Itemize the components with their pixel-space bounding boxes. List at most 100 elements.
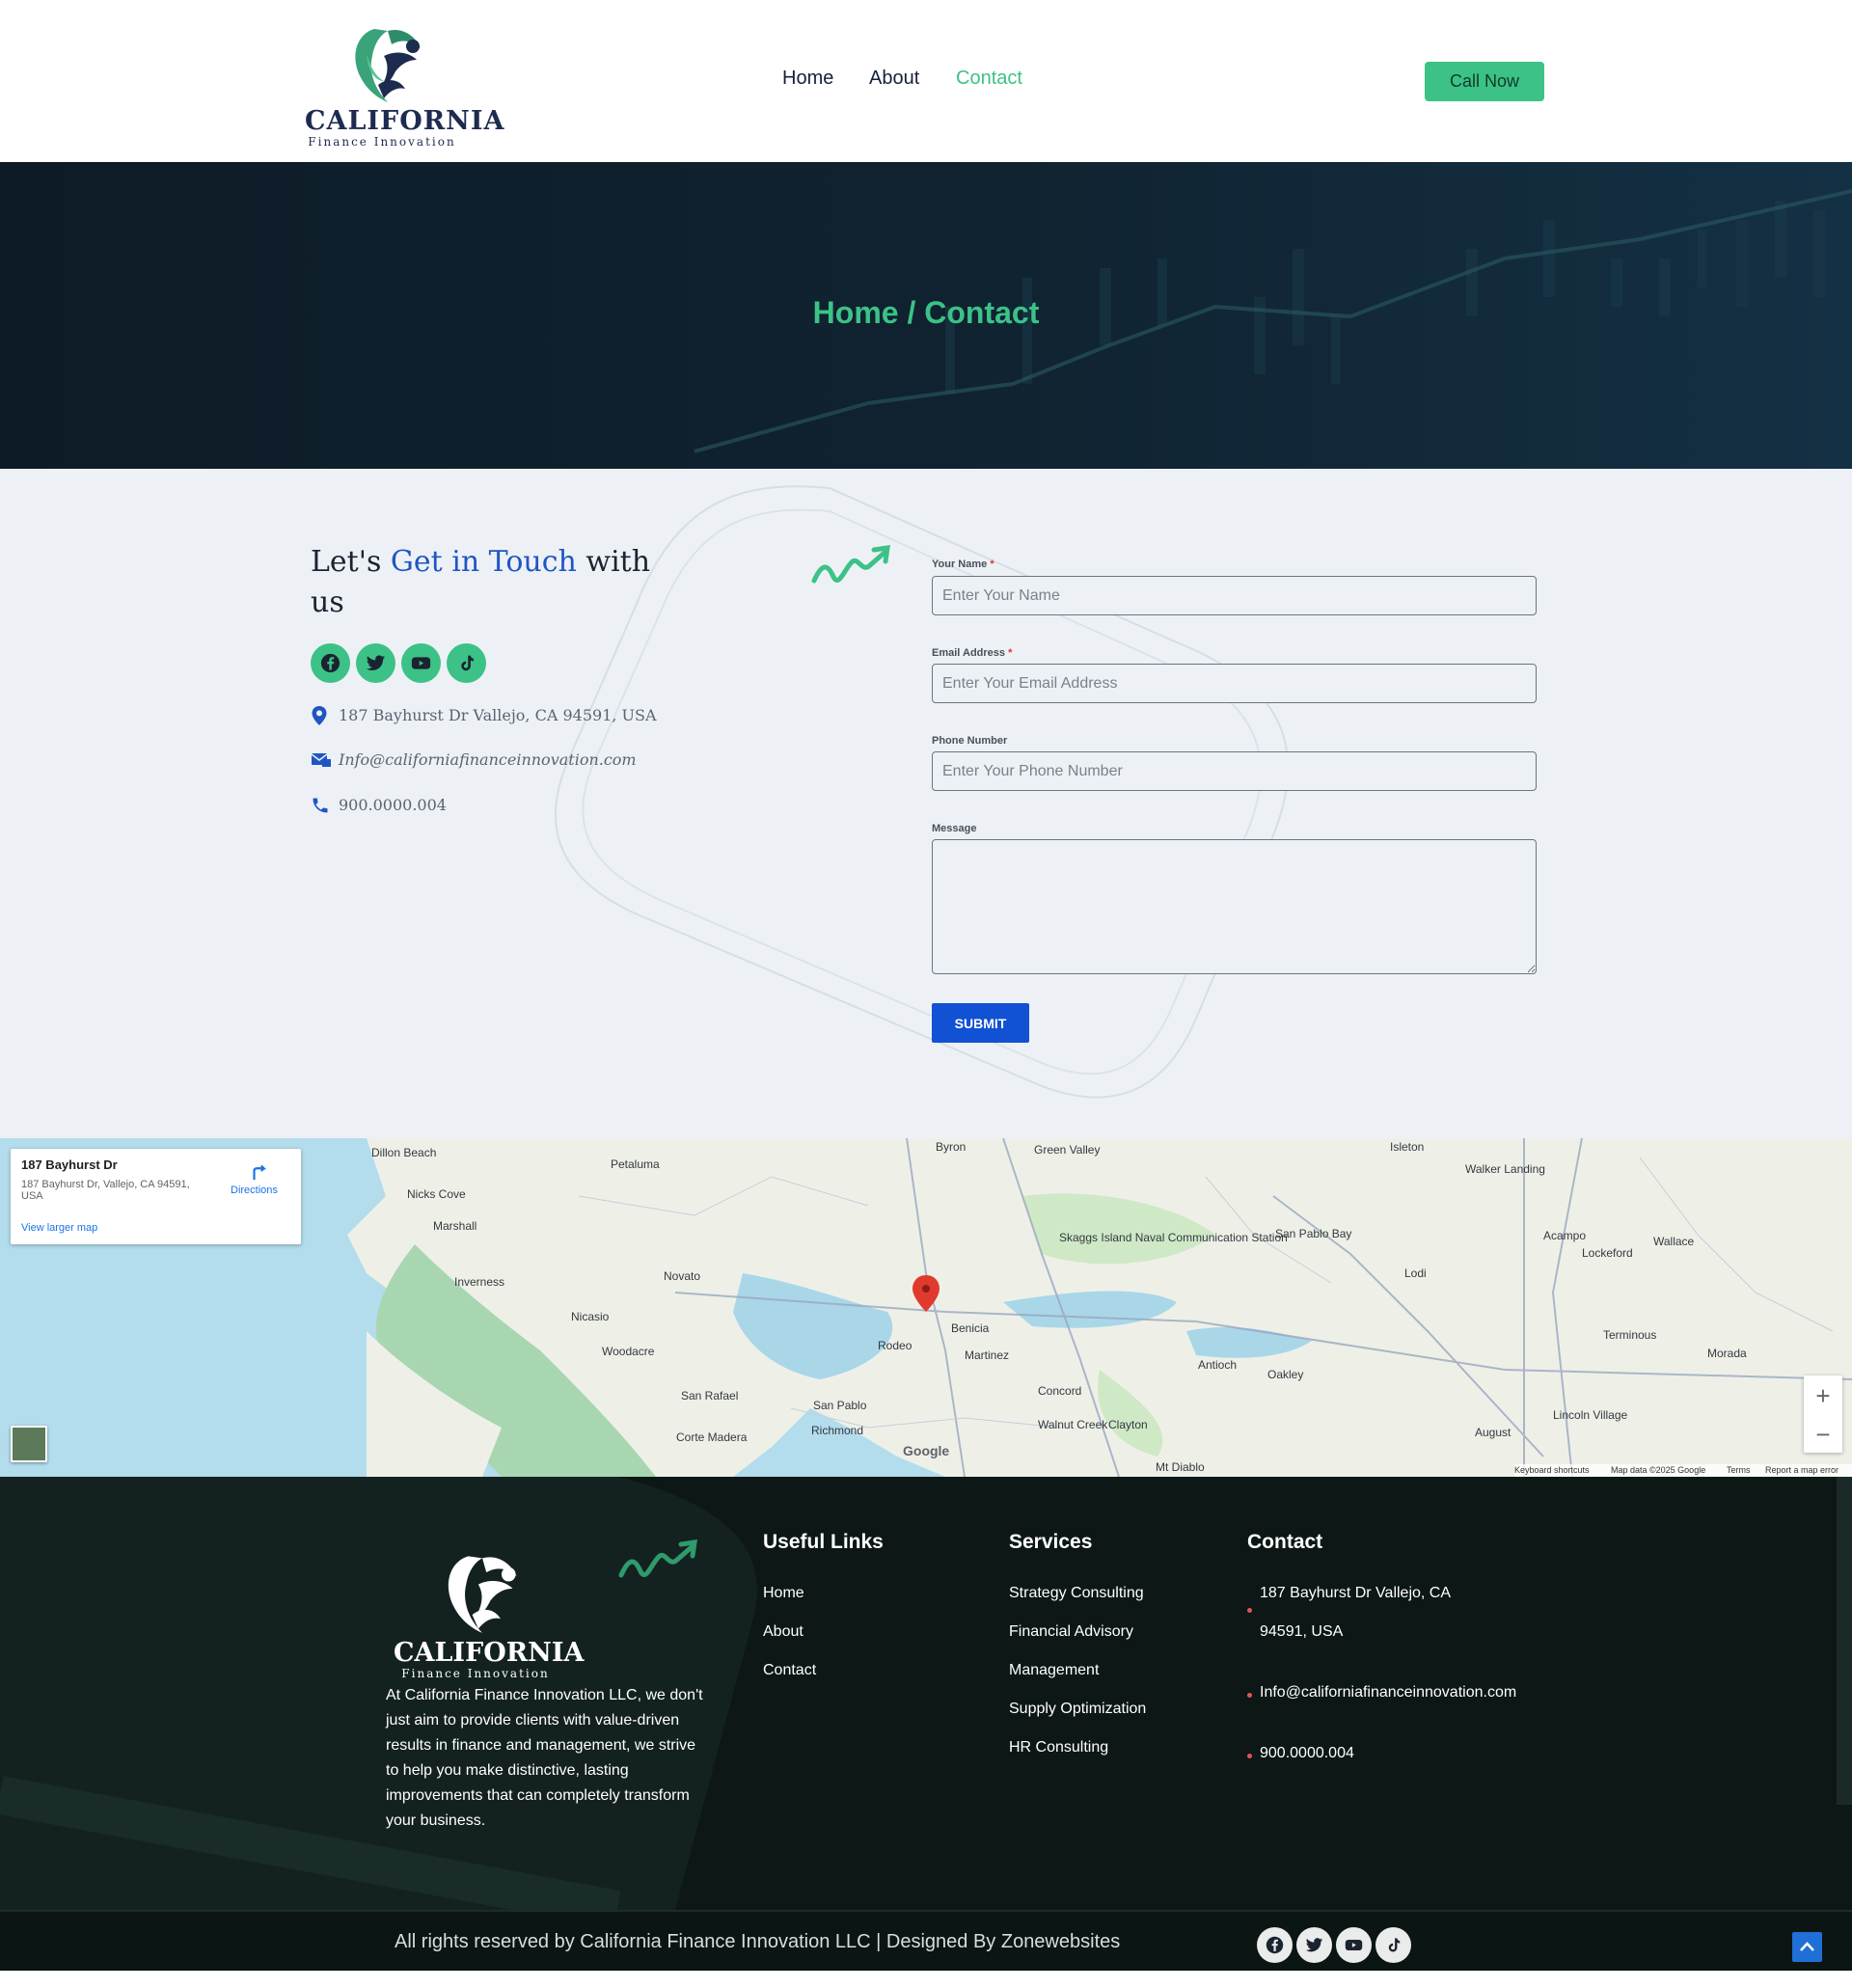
email-field[interactable] (932, 664, 1537, 703)
map-place-label: Rodeo (878, 1339, 912, 1352)
directions-link[interactable]: Directions (231, 1185, 278, 1196)
back-to-top-button[interactable] (1792, 1932, 1822, 1962)
map-place-label: Mt Diablo (1156, 1460, 1205, 1474)
map-place-label: Marshall (433, 1219, 477, 1233)
chevron-up-icon (1800, 1942, 1814, 1951)
google-logo: Google (903, 1443, 950, 1458)
email-label: Email Address * (932, 647, 1013, 659)
footer-link-home[interactable]: Home (763, 1585, 804, 1602)
map-place-label: Benicia (951, 1321, 990, 1335)
map-satellite-toggle[interactable] (11, 1426, 47, 1462)
map-place-label: Terminous (1603, 1328, 1657, 1342)
map-place-label: Clayton (1108, 1418, 1148, 1431)
copyright-bar: All rights reserved by California Financ… (0, 1910, 1852, 1971)
map-place-label: Skaggs Island Naval Communication Statio… (1059, 1231, 1288, 1244)
map-place-label: Concord (1038, 1384, 1082, 1398)
envelope-icon (311, 753, 331, 767)
location-icon (1247, 1608, 1252, 1613)
phone-icon (1247, 1754, 1252, 1758)
phone-field[interactable] (932, 751, 1537, 791)
map-place-label: Walker Landing (1465, 1162, 1545, 1176)
tiktok-link[interactable] (447, 643, 486, 683)
map-place-label: Morada (1707, 1347, 1747, 1360)
directions-icon[interactable] (249, 1160, 270, 1182)
message-field[interactable] (932, 839, 1537, 974)
service-link[interactable]: Financial Advisory (1009, 1623, 1133, 1641)
facebook-icon (1266, 1936, 1284, 1954)
map-place-label: Isleton (1390, 1140, 1425, 1154)
nav-about[interactable]: About (869, 68, 919, 90)
footer-tiktok-link[interactable] (1375, 1927, 1411, 1963)
location-pin-icon (312, 706, 327, 725)
copyright-text: All rights reserved by California Financ… (395, 1931, 1121, 1952)
phone-icon (313, 798, 328, 813)
footer-logo-tagline: Finance Innovation (401, 1667, 550, 1680)
map-place-label: Richmond (811, 1424, 864, 1437)
footer-facebook-link[interactable] (1257, 1927, 1293, 1963)
call-now-button[interactable]: Call Now (1425, 62, 1544, 101)
map-place-label: Byron (936, 1140, 967, 1154)
map-place-label: Petaluma (611, 1157, 660, 1171)
report-map-error-link[interactable]: Report a map error (1765, 1465, 1838, 1475)
keyboard-shortcuts-link[interactable]: Keyboard shortcuts (1514, 1465, 1590, 1475)
service-link[interactable]: Strategy Consulting (1009, 1585, 1144, 1602)
contact-heading: Let's Get in Touch with us (311, 545, 651, 619)
footer-youtube-link[interactable] (1336, 1927, 1372, 1963)
google-map[interactable]: Dillon Beach Petaluma Nicks Cove Marshal… (0, 1138, 1852, 1477)
service-link[interactable]: Management (1009, 1662, 1099, 1679)
footer-twitter-link[interactable] (1296, 1927, 1332, 1963)
view-larger-map-link[interactable]: View larger map (21, 1222, 97, 1234)
map-zoom-controls: + − (1804, 1375, 1842, 1453)
trend-arrow-icon (811, 545, 890, 584)
name-field[interactable] (932, 576, 1537, 615)
contact-email[interactable]: Info@californiafinanceinnovation.com (339, 750, 637, 769)
footer-link-about[interactable]: About (763, 1623, 803, 1641)
map-place-label: Nicks Cove (407, 1187, 466, 1201)
footer-logo-brand: CALIFORNIA (394, 1638, 585, 1668)
contact-address: 187 Bayhurst Dr Vallejo, CA 94591, USA (339, 706, 657, 724)
footer-logo[interactable]: CALIFORNIA Finance Innovation (394, 1547, 585, 1680)
map-place-label: Wallace (1653, 1235, 1695, 1248)
map-place-label: Antioch (1198, 1358, 1238, 1372)
map-place-label: San Rafael (681, 1389, 739, 1402)
map-place-label: San Pablo Bay (1275, 1227, 1352, 1240)
footer-link-contact[interactable]: Contact (763, 1662, 816, 1679)
map-data-text: Map data ©2025 Google (1611, 1465, 1706, 1475)
map-place-label: Oakley (1267, 1368, 1304, 1381)
footer-phone[interactable]: 900.0000.004 (1260, 1745, 1354, 1762)
map-place-label: Inverness (454, 1275, 505, 1289)
contact-phone[interactable]: 900.0000.004 (339, 796, 447, 814)
footer-about-text: At California Finance Innovation LLC, we… (386, 1687, 703, 1829)
map-place-label: Lodi (1404, 1266, 1427, 1280)
contact-heading-footer: Contact (1247, 1531, 1323, 1553)
map-place-label: San Pablo (813, 1399, 867, 1412)
footer-email[interactable]: Info@californiafinanceinnovation.com (1260, 1684, 1516, 1702)
site-header: CALIFORNIA Finance Innovation Home About… (0, 0, 1852, 162)
terms-link[interactable]: Terms (1727, 1465, 1751, 1475)
map-card-address: 187 Bayhurst Dr, Vallejo, CA 94591, USA (21, 1179, 190, 1202)
map-info-card: 187 Bayhurst Dr 187 Bayhurst Dr, Vallejo… (11, 1149, 301, 1244)
map-place-label: Corte Madera (676, 1430, 748, 1444)
useful-links-heading: Useful Links (763, 1531, 884, 1553)
nav-home[interactable]: Home (782, 68, 833, 90)
logo-emblem-icon (355, 29, 421, 102)
hero-breadcrumb: Home / Contact (812, 295, 1040, 330)
logo-brand-text: CALIFORNIA (305, 106, 505, 136)
map-place-label: Lockeford (1582, 1246, 1633, 1260)
site-logo[interactable]: CALIFORNIA Finance Innovation (305, 21, 505, 149)
youtube-icon (411, 657, 431, 669)
message-label: Message (932, 823, 977, 834)
twitter-link[interactable] (356, 643, 395, 683)
youtube-link[interactable] (401, 643, 441, 683)
nav-contact[interactable]: Contact (956, 68, 1022, 90)
zoom-in-button[interactable]: + (1804, 1381, 1842, 1411)
map-attribution: Keyboard shortcuts Map data ©2025 Google… (1514, 1464, 1852, 1477)
service-link[interactable]: HR Consulting (1009, 1739, 1108, 1757)
facebook-link[interactable] (311, 643, 350, 683)
zoom-out-button[interactable]: − (1804, 1420, 1842, 1450)
name-label: Your Name * (932, 558, 994, 570)
map-place-label: Nicasio (571, 1310, 610, 1323)
footer-trend-arrow-icon (618, 1539, 697, 1578)
submit-button[interactable]: SUBMIT (932, 1003, 1029, 1043)
service-link[interactable]: Supply Optimization (1009, 1701, 1146, 1718)
